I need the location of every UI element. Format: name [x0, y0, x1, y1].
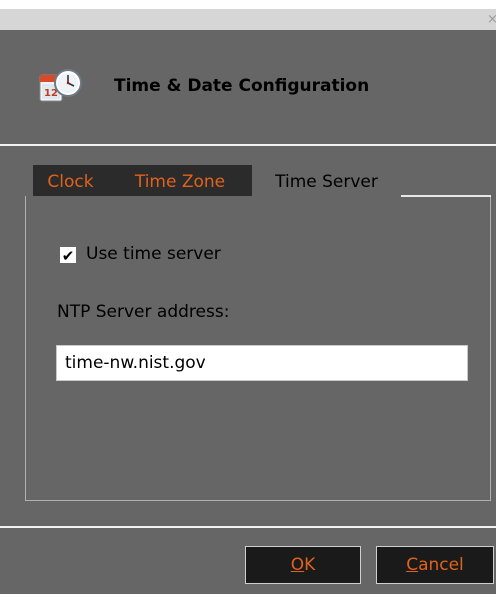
- calendar-clock-icon: 12: [39, 69, 82, 102]
- cancel-label-rest: ancel: [418, 555, 464, 575]
- ntp-server-input[interactable]: [56, 345, 468, 381]
- title-bar: [0, 9, 496, 30]
- ok-mnemonic: O: [290, 555, 305, 575]
- tab-time-zone[interactable]: Time Zone: [108, 165, 252, 197]
- close-icon[interactable]: ×: [487, 9, 496, 30]
- cancel-mnemonic: C: [406, 555, 419, 575]
- dialog-title: Time & Date Configuration: [114, 76, 370, 96]
- ok-button[interactable]: OK: [245, 546, 361, 584]
- tab-time-server[interactable]: Time Server: [252, 165, 401, 197]
- window-bottom-edge: [0, 594, 496, 601]
- ntp-server-label: NTP Server address:: [57, 302, 230, 322]
- use-time-server-checkbox[interactable]: ✔: [60, 247, 76, 264]
- time-date-dialog: × 12 Time & Date Configuration Clock Tim…: [0, 0, 496, 601]
- cancel-button[interactable]: Cancel: [376, 546, 494, 584]
- tab-strip-line: [401, 195, 491, 197]
- ok-label-rest: K: [304, 555, 316, 575]
- tab-clock[interactable]: Clock: [33, 165, 108, 197]
- use-time-server-label[interactable]: Use time server: [86, 244, 221, 264]
